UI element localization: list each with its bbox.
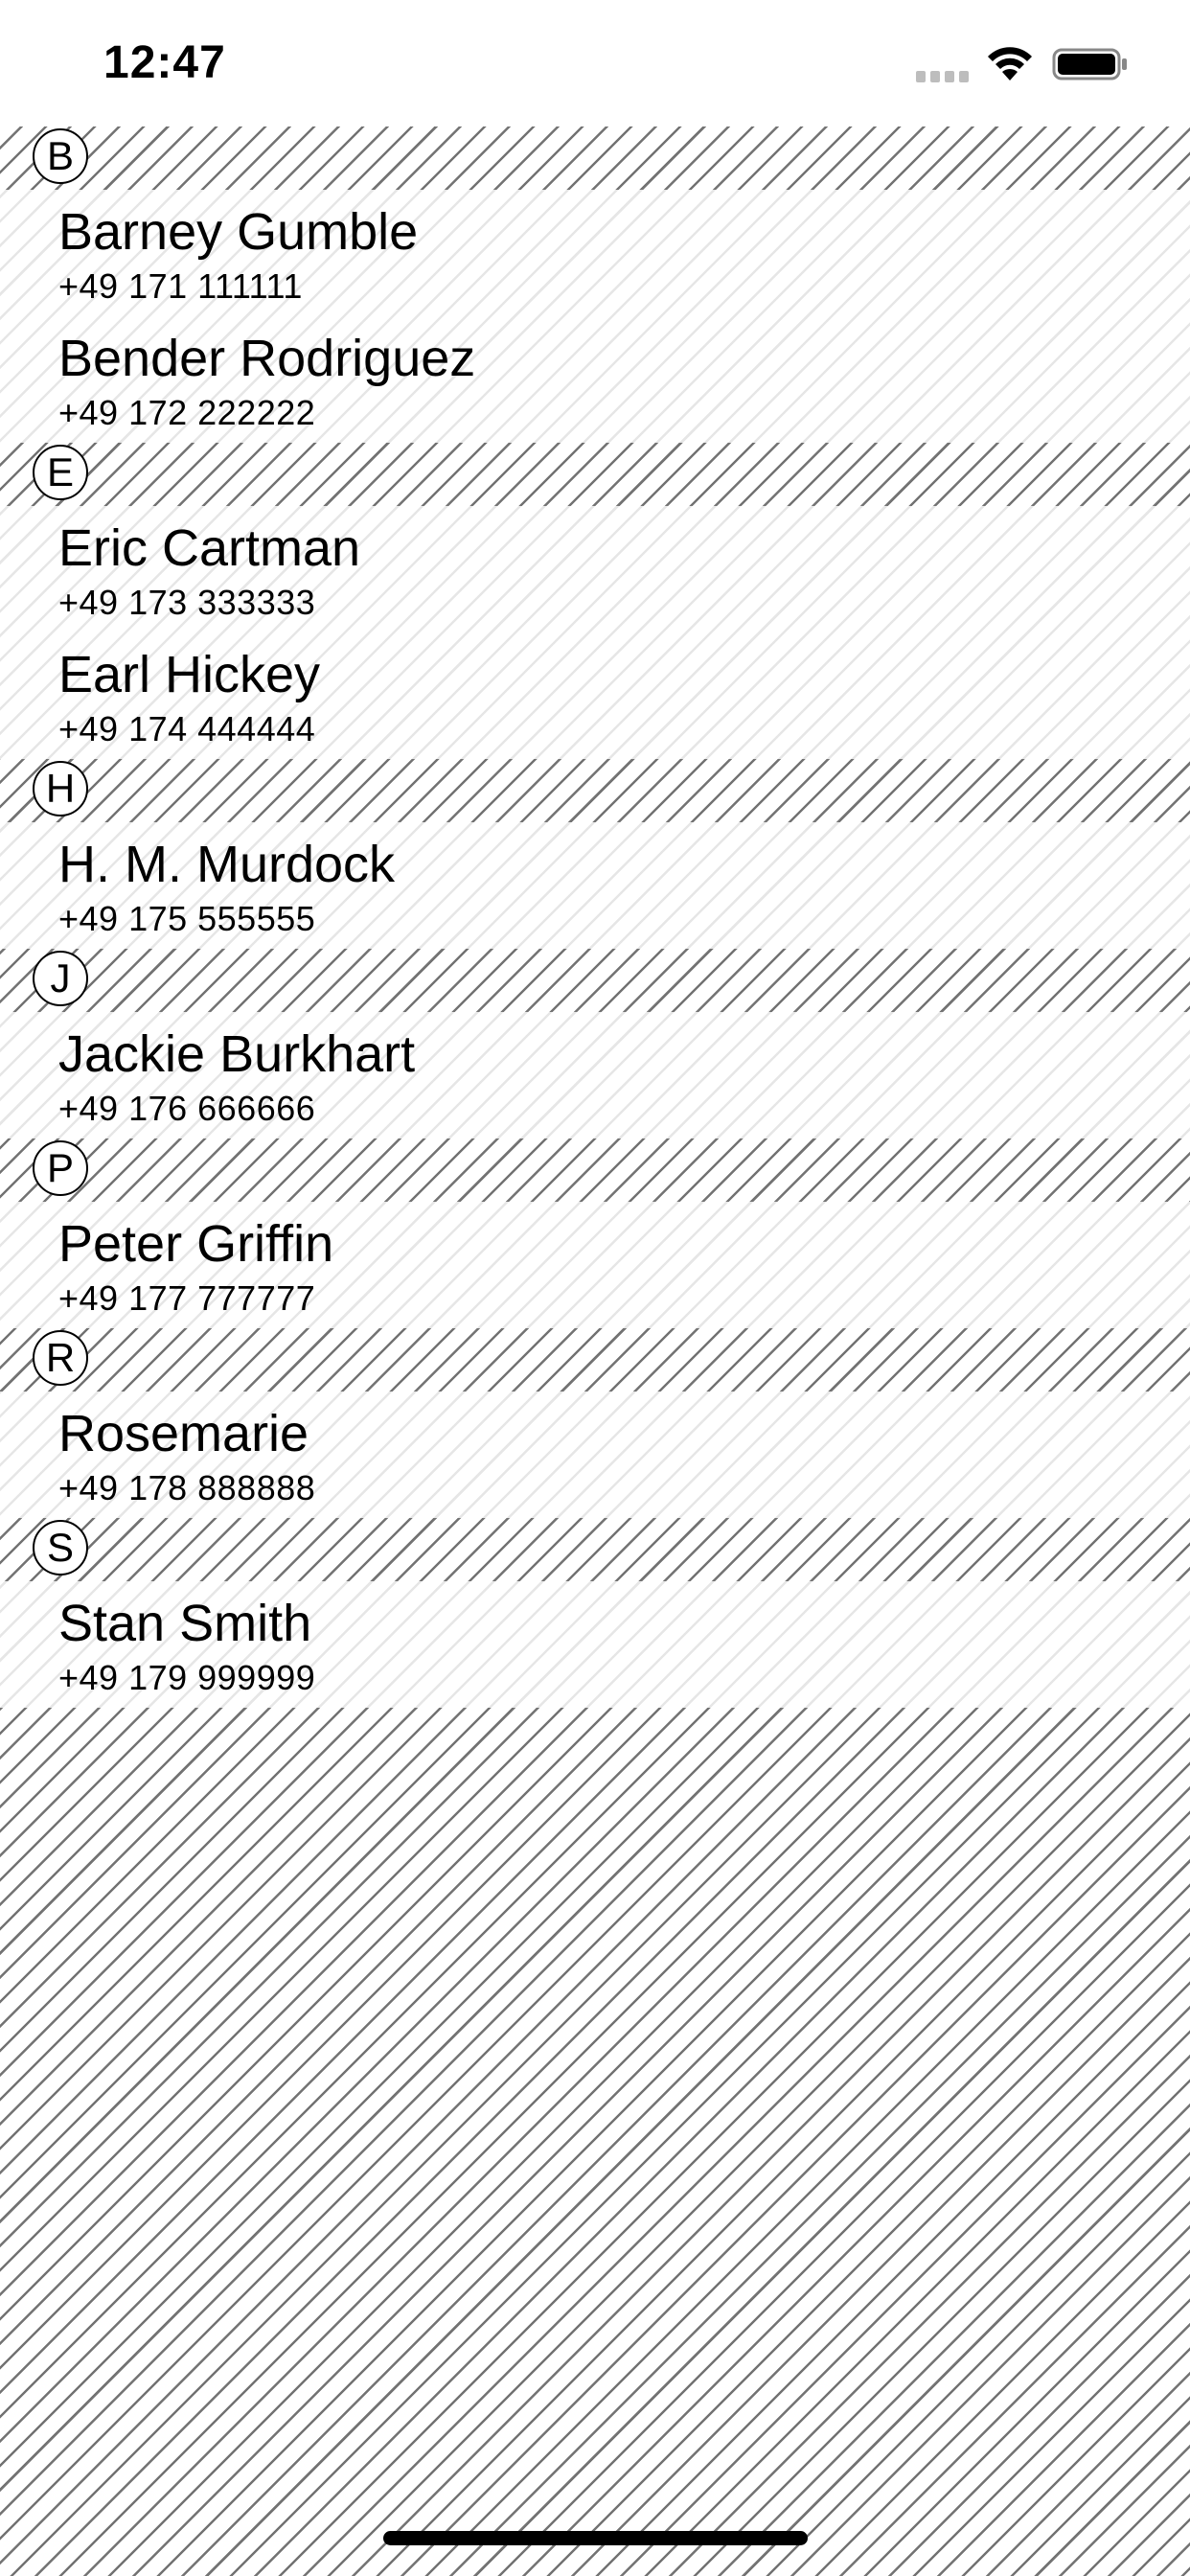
contact-phone: +49 172 222222	[58, 393, 316, 432]
section-letter-badge: B	[33, 128, 88, 184]
battery-icon	[1052, 48, 1127, 80]
contact-phone: +49 179 999999	[58, 1658, 316, 1697]
section-letter-badge: E	[33, 445, 88, 500]
section-header-b: B	[0, 126, 1190, 190]
section-header-s: S	[0, 1518, 1190, 1581]
contact-phone: +49 173 333333	[58, 583, 316, 622]
section-letter-badge: S	[33, 1520, 88, 1576]
section-header-p: P	[0, 1138, 1190, 1202]
contact-name: Bender Rodriguez	[58, 330, 476, 387]
section-header-h: H	[0, 759, 1190, 822]
contact-name: Stan Smith	[58, 1595, 312, 1652]
contact-row[interactable]: H. M. Murdock +49 175 555555	[0, 822, 1190, 949]
contact-phone: +49 174 444444	[58, 709, 316, 748]
contact-name: Eric Cartman	[58, 519, 361, 577]
section-letter-badge: H	[33, 761, 88, 816]
contacts-list[interactable]: B Barney Gumble +49 171 111111 Bender Ro…	[0, 126, 1190, 1708]
section-letter-badge: P	[33, 1140, 88, 1196]
contact-row[interactable]: Rosemarie +49 178 888888	[0, 1392, 1190, 1518]
contact-name: Jackie Burkhart	[58, 1025, 416, 1083]
status-bar: 12:47	[0, 0, 1190, 126]
wifi-icon	[988, 47, 1032, 80]
contact-row[interactable]: Earl Hickey +49 174 444444	[0, 632, 1190, 759]
contact-phone: +49 178 888888	[58, 1468, 316, 1507]
home-indicator[interactable]	[383, 2531, 808, 2545]
contact-row[interactable]: Stan Smith +49 179 999999	[0, 1581, 1190, 1708]
contact-name: Barney Gumble	[58, 203, 419, 261]
contact-row[interactable]: Jackie Burkhart +49 176 666666	[0, 1012, 1190, 1138]
section-header-e: E	[0, 443, 1190, 506]
section-header-r: R	[0, 1328, 1190, 1392]
section-letter-badge: R	[33, 1330, 88, 1386]
section-letter-badge: J	[33, 951, 88, 1006]
contact-name: Peter Griffin	[58, 1215, 334, 1273]
section-header-j: J	[0, 949, 1190, 1012]
contact-row[interactable]: Bender Rodriguez +49 172 222222	[0, 316, 1190, 443]
signal-icon	[916, 69, 972, 82]
contact-name: Rosemarie	[58, 1405, 309, 1462]
contact-row[interactable]: Barney Gumble +49 171 111111	[0, 190, 1190, 316]
contact-row[interactable]: Peter Griffin +49 177 777777	[0, 1202, 1190, 1328]
contact-phone: +49 177 777777	[58, 1278, 316, 1318]
contact-phone: +49 175 555555	[58, 899, 316, 938]
contact-name: H. M. Murdock	[58, 836, 396, 893]
contact-phone: +49 171 111111	[58, 266, 303, 306]
status-time: 12:47	[103, 37, 226, 88]
contact-phone: +49 176 666666	[58, 1089, 316, 1128]
contact-name: Earl Hickey	[58, 646, 321, 703]
contact-row[interactable]: Eric Cartman +49 173 333333	[0, 506, 1190, 632]
